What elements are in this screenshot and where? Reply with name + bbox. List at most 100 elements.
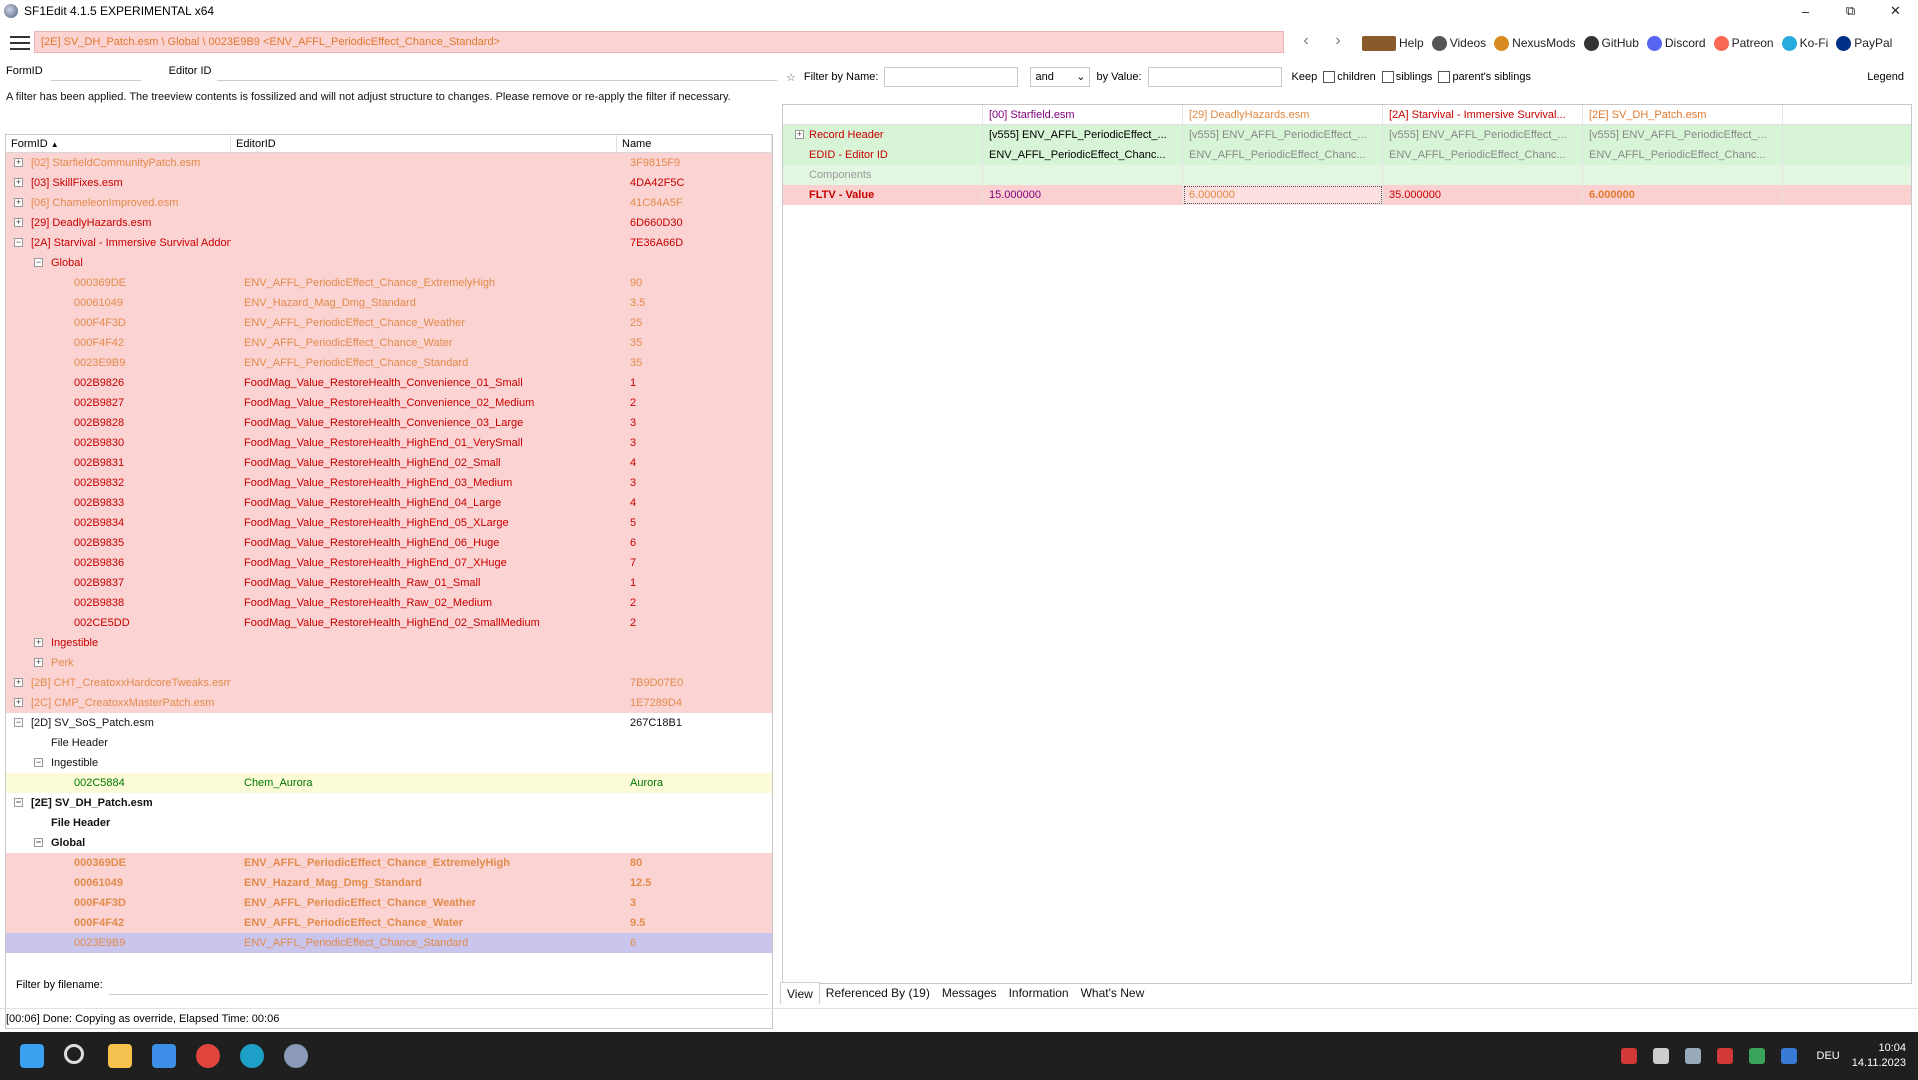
tree-row[interactable]: − Ingestible: [6, 753, 772, 773]
grid-header-plugin[interactable]: [2E] SV_DH_Patch.esm: [1583, 105, 1783, 124]
grid-cell[interactable]: [v555] ENV_AFFL_PeriodicEffect_...: [983, 125, 1183, 145]
tree-row[interactable]: 002B9833 FoodMag_Value_RestoreHealth_High…: [6, 493, 772, 513]
grid-cell[interactable]: ENV_AFFL_PeriodicEffect_Chanc...: [1583, 145, 1783, 165]
tree-row[interactable]: 002B9832 FoodMag_Value_RestoreHealth_High…: [6, 473, 772, 493]
formid-input[interactable]: [50, 61, 141, 81]
grid-cell[interactable]: 35.000000: [1383, 185, 1583, 205]
grid-cell[interactable]: 15.000000: [983, 185, 1183, 205]
grid-header-plugin[interactable]: [29] DeadlyHazards.esm: [1183, 105, 1383, 124]
forward-button[interactable]: ›: [1328, 32, 1348, 50]
start-icon[interactable]: [20, 1044, 44, 1068]
search-icon[interactable]: [64, 1044, 84, 1064]
tree-row[interactable]: 002B9830 FoodMag_Value_RestoreHealth_High…: [6, 433, 772, 453]
tree-row[interactable]: 000F4F42 ENV_AFFL_PeriodicEffect_Chance_W…: [6, 333, 772, 353]
menu-icon[interactable]: [10, 36, 30, 50]
record-compare-grid[interactable]: [00] Starfield.esm [29] DeadlyHazards.esm…: [782, 104, 1912, 984]
parents-siblings-checkbox[interactable]: [1438, 71, 1451, 83]
collapse-icon[interactable]: −: [34, 838, 43, 847]
sf1edit-icon[interactable]: [284, 1044, 308, 1068]
expand-icon[interactable]: +: [14, 218, 23, 227]
grid-cell[interactable]: [1183, 165, 1383, 185]
expand-icon[interactable]: +: [795, 130, 804, 139]
tree-row[interactable]: 0023E9B9 ENV_AFFL_PeriodicEffect_Chance_S…: [6, 353, 772, 373]
tree-row[interactable]: 0023E9B9 ENV_AFFL_PeriodicEffect_Chance_S…: [6, 933, 772, 953]
tree-row[interactable]: 000369DE ENV_AFFL_PeriodicEffect_Chance_E…: [6, 853, 772, 873]
tree-row[interactable]: − Global: [6, 833, 772, 853]
filename-filter-input[interactable]: [108, 975, 768, 995]
children-checkbox[interactable]: [1323, 71, 1336, 83]
chrome-icon[interactable]: [196, 1044, 220, 1068]
link-paypal[interactable]: PayPal: [1836, 35, 1892, 51]
tab-what-s-new[interactable]: What's New: [1075, 982, 1151, 1004]
tree-row[interactable]: 002B9831 FoodMag_Value_RestoreHealth_High…: [6, 453, 772, 473]
restore-button[interactable]: ⧉: [1828, 0, 1873, 22]
tree-row[interactable]: + [2B] CHT_CreatoxxHardcoreTweaks.esm 7B9D…: [6, 673, 772, 693]
grid-cell[interactable]: 6.000000: [1583, 185, 1783, 205]
tree-row[interactable]: + Ingestible: [6, 633, 772, 653]
moon-icon[interactable]: [1652, 1048, 1669, 1064]
expand-icon[interactable]: +: [14, 678, 23, 687]
tree-row[interactable]: File Header: [6, 733, 772, 753]
column-name[interactable]: Name: [617, 135, 772, 152]
tree-row[interactable]: 002B9828 FoodMag_Value_RestoreHealth_Conv…: [6, 413, 772, 433]
tree-row[interactable]: 002B9837 FoodMag_Value_RestoreHealth_Raw_…: [6, 573, 772, 593]
collapse-icon[interactable]: −: [34, 258, 43, 267]
tree-row[interactable]: − Global: [6, 253, 772, 273]
collapse-icon[interactable]: −: [14, 238, 23, 247]
column-formid[interactable]: FormID ▲: [6, 135, 231, 152]
game-icon[interactable]: [1620, 1048, 1637, 1064]
grid-cell[interactable]: [v555] ENV_AFFL_PeriodicEffect_...: [1583, 125, 1783, 145]
tree-row[interactable]: 000F4F3D ENV_AFFL_PeriodicEffect_Chance_W…: [6, 893, 772, 913]
collapse-icon[interactable]: −: [14, 718, 23, 727]
tree-row[interactable]: 002B9835 FoodMag_Value_RestoreHealth_High…: [6, 533, 772, 553]
grid-cell[interactable]: ENV_AFFL_PeriodicEffect_Chanc...: [983, 145, 1183, 165]
tree-row[interactable]: + [06] ChameleonImproved.esm 41C84A5F: [6, 193, 772, 213]
tree-row[interactable]: + [02] StarfieldCommunityPatch.esm 3F9815F…: [6, 153, 772, 173]
tree-row[interactable]: File Header: [6, 813, 772, 833]
tree-row[interactable]: 002B9838 FoodMag_Value_RestoreHealth_Raw_…: [6, 593, 772, 613]
grid-cell[interactable]: [1583, 165, 1783, 185]
collapse-icon[interactable]: −: [14, 798, 23, 807]
tree-row[interactable]: − [2E] SV_DH_Patch.esm: [6, 793, 772, 813]
link-patreon[interactable]: Patreon: [1713, 35, 1774, 51]
siblings-checkbox[interactable]: [1381, 71, 1394, 83]
expand-icon[interactable]: +: [14, 158, 23, 167]
tree-row[interactable]: 00061049 ENV_Hazard_Mag_Dmg_Standard 3.5: [6, 293, 772, 313]
tab-information[interactable]: Information: [1003, 982, 1075, 1004]
tab-referenced-by-19[interactable]: Referenced By (19): [820, 982, 936, 1004]
bluetooth-icon[interactable]: [1780, 1048, 1797, 1064]
steam-icon[interactable]: [1684, 1048, 1701, 1064]
edge-icon[interactable]: [240, 1044, 264, 1068]
tree-row[interactable]: 002B9827 FoodMag_Value_RestoreHealth_Conv…: [6, 393, 772, 413]
tree-row[interactable]: 00061049 ENV_Hazard_Mag_Dmg_Standard 12.5: [6, 873, 772, 893]
clock[interactable]: 10:04 14.11.2023: [1852, 1041, 1906, 1071]
expand-icon[interactable]: +: [14, 178, 23, 187]
column-editorid[interactable]: EditorID: [231, 135, 617, 152]
link-help[interactable]: Help: [1362, 35, 1424, 51]
grid-cell[interactable]: [v555] ENV_AFFL_PeriodicEffect_...: [1183, 125, 1383, 145]
tab-messages[interactable]: Messages: [936, 982, 1003, 1004]
expand-icon[interactable]: +: [34, 658, 43, 667]
tree-row[interactable]: 002CE5DD FoodMag_Value_RestoreHealth_High…: [6, 613, 772, 633]
record-tree[interactable]: FormID ▲ EditorID Name + [02] StarfieldCo…: [5, 134, 773, 1029]
expand-icon[interactable]: +: [34, 638, 43, 647]
pin-icon[interactable]: ☆: [786, 71, 796, 84]
legend-button[interactable]: Legend: [1867, 71, 1904, 83]
link-ko-fi[interactable]: Ko-Fi: [1781, 35, 1828, 51]
filter-value-input[interactable]: [1147, 67, 1282, 87]
expand-icon[interactable]: +: [14, 198, 23, 207]
tree-row[interactable]: + [03] SkillFixes.esm 4DA42F5C: [6, 173, 772, 193]
explorer-icon[interactable]: [108, 1044, 132, 1068]
tree-row[interactable]: 002B9826 FoodMag_Value_RestoreHealth_Conv…: [6, 373, 772, 393]
grid-cell[interactable]: [v555] ENV_AFFL_PeriodicEffect_...: [1383, 125, 1583, 145]
minimize-button[interactable]: –: [1783, 0, 1828, 22]
grid-header-plugin[interactable]: [2A] Starvival - Immersive Survival...: [1383, 105, 1583, 124]
tree-row[interactable]: + Perk: [6, 653, 772, 673]
grid-cell[interactable]: [983, 165, 1183, 185]
defender-icon[interactable]: [1748, 1048, 1765, 1064]
grid-cell[interactable]: [1383, 165, 1583, 185]
link-videos[interactable]: Videos: [1431, 35, 1486, 51]
mail-icon[interactable]: [152, 1044, 176, 1068]
editorid-input[interactable]: [217, 61, 778, 81]
grid-row[interactable]: FLTV - Value 15.000000 6.000000 35.000000 6.…: [783, 185, 1911, 205]
